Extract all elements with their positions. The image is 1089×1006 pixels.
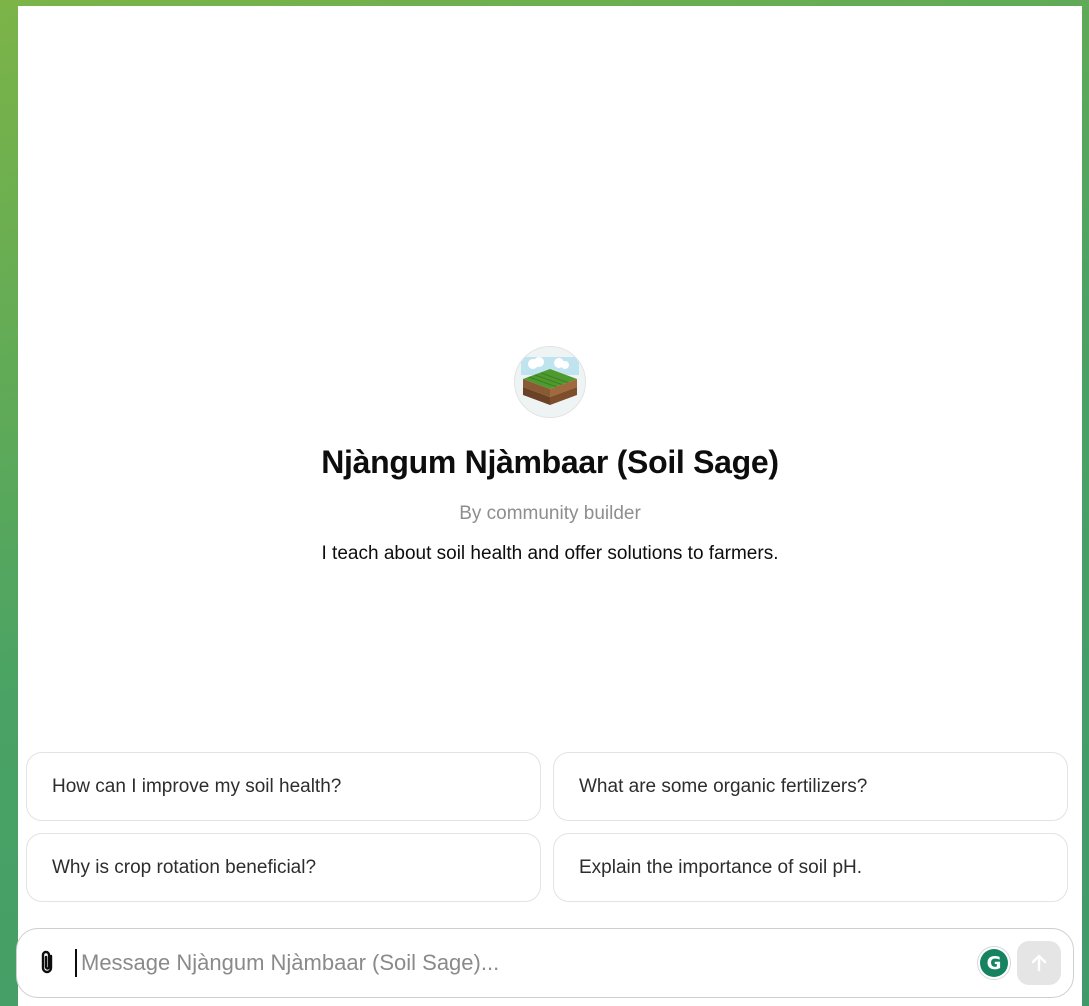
attach-button[interactable]: [17, 929, 77, 997]
gpt-description: I teach about soil health and offer solu…: [321, 543, 779, 564]
gpt-title: Njàngum Njàmbaar (Soil Sage): [321, 444, 779, 480]
soil-layers-icon: [515, 347, 585, 417]
paperclip-icon: [41, 950, 53, 974]
grammarly-button[interactable]: G: [977, 946, 1011, 980]
arrow-up-icon: [1031, 954, 1047, 972]
starter-label: Explain the importance of soil pH.: [579, 856, 863, 878]
starter-button[interactable]: Explain the importance of soil pH.: [553, 833, 1068, 902]
gpt-intro: Njàngum Njàmbaar (Soil Sage) By communit…: [18, 346, 1082, 565]
send-button[interactable]: [1017, 941, 1061, 985]
starter-label: What are some organic fertilizers?: [579, 775, 868, 797]
avatar: [514, 346, 586, 418]
chat-window: Njàngum Njàmbaar (Soil Sage) By communit…: [16, 6, 1082, 1006]
starter-button[interactable]: What are some organic fertilizers?: [553, 752, 1068, 821]
grammarly-icon: G: [980, 949, 1008, 977]
starter-label: Why is crop rotation beneficial?: [52, 856, 317, 878]
message-input[interactable]: [77, 929, 977, 997]
starter-button[interactable]: Why is crop rotation beneficial?: [26, 833, 541, 902]
gpt-author: By community builder: [459, 503, 641, 524]
message-composer: G: [16, 928, 1074, 998]
starter-button[interactable]: How can I improve my soil health?: [26, 752, 541, 821]
starter-label: How can I improve my soil health?: [52, 775, 342, 797]
conversation-starters: How can I improve my soil health? What a…: [26, 752, 1068, 902]
